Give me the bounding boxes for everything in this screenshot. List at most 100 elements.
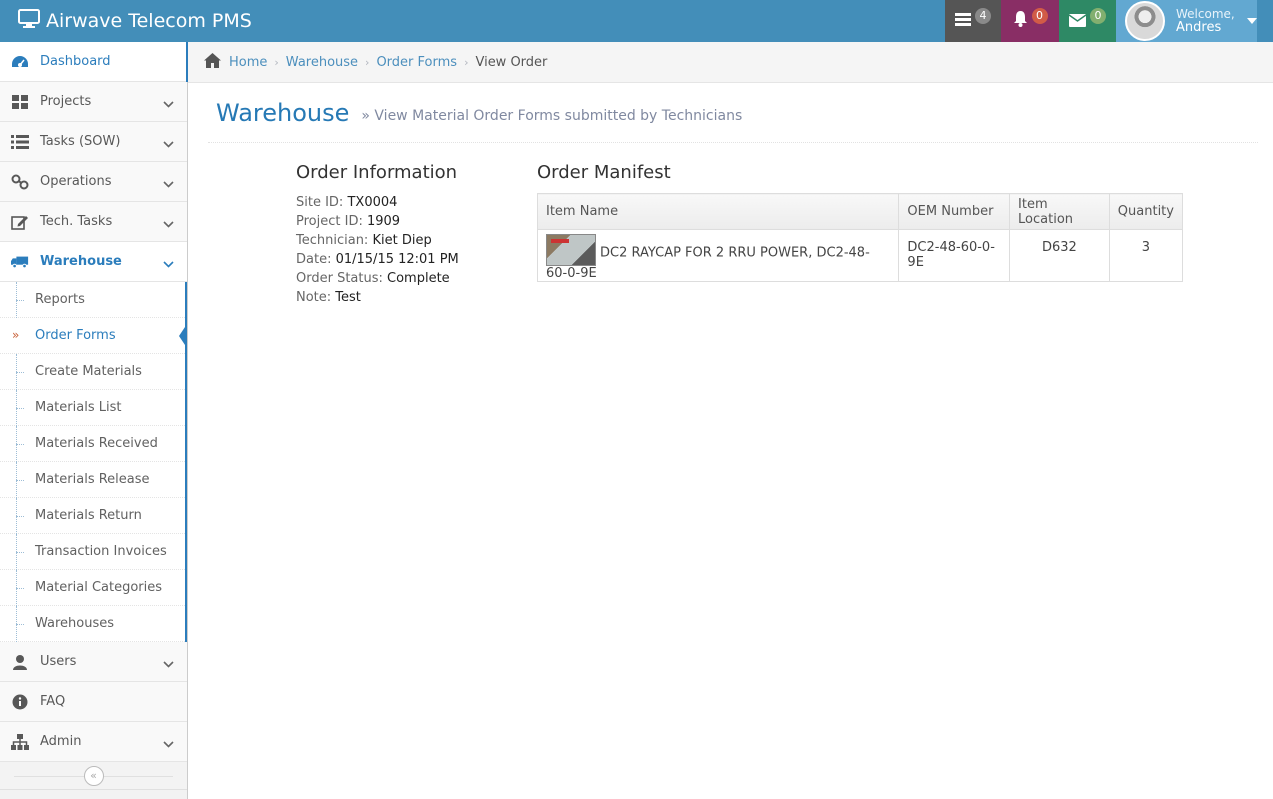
- column-header: OEM Number: [898, 193, 1011, 230]
- project-id-line: Project ID: 1909: [296, 212, 516, 231]
- order-info-title: Order Information: [296, 162, 458, 183]
- chevron-down-icon: [163, 657, 174, 672]
- chevron-right-icon: ›: [274, 55, 279, 69]
- app-title: Airwave Telecom PMS: [46, 10, 252, 32]
- user-menu[interactable]: Welcome, Andres: [1116, 0, 1257, 42]
- submenu-item-create-materials[interactable]: Create Materials: [0, 354, 185, 390]
- submenu-label: Materials Release: [35, 472, 150, 487]
- tasks-dropdown[interactable]: 4: [945, 0, 1001, 42]
- page-header: Warehouse » View Material Order Forms su…: [208, 83, 1258, 143]
- caret-down-icon: [1246, 18, 1257, 24]
- label: Note:: [296, 290, 332, 305]
- chevron-down-icon: [163, 177, 174, 192]
- submenu-label: Materials Received: [35, 436, 158, 451]
- order-date: 01/15/15 12:01 PM: [335, 252, 459, 267]
- sidebar-item-operations[interactable]: Operations: [0, 162, 187, 202]
- sidebar-item-warehouse[interactable]: Warehouse: [0, 242, 187, 282]
- table-header-row: Item Name OEM Number Item Location Quant…: [536, 193, 1184, 230]
- avatar: [1125, 1, 1165, 41]
- sidebar-item-label: Tech. Tasks: [40, 214, 113, 229]
- page-subtitle: » View Material Order Forms submitted by…: [361, 107, 743, 124]
- top-navbar: Airwave Telecom PMS 4 0 0 Welcome, Andre…: [0, 0, 1273, 42]
- chevron-down-icon: [163, 137, 174, 152]
- grid-icon: [11, 93, 29, 111]
- technician-line: Technician: Kiet Diep: [296, 231, 516, 250]
- breadcrumb-home[interactable]: Home: [229, 55, 267, 70]
- submenu-item-material-categories[interactable]: Material Categories: [0, 570, 185, 606]
- note-line: Note: Test: [296, 288, 516, 307]
- submenu-label: Materials List: [35, 400, 122, 415]
- brand[interactable]: Airwave Telecom PMS: [18, 0, 252, 42]
- label: Technician:: [296, 233, 369, 248]
- dashboard-icon: [11, 53, 29, 71]
- sidebar-item-users[interactable]: Users: [0, 642, 187, 682]
- messages-dropdown[interactable]: 0: [1059, 0, 1116, 42]
- submenu-label: Material Categories: [35, 580, 163, 595]
- technician: Kiet Diep: [372, 233, 432, 248]
- breadcrumb: Home › Warehouse › Order Forms › View Or…: [188, 42, 1273, 83]
- submenu-item-order-forms[interactable]: » Order Forms: [0, 318, 187, 354]
- column-header: Quantity: [1108, 193, 1184, 230]
- date-line: Date: 01/15/15 12:01 PM: [296, 250, 516, 269]
- sidebar-item-tech-tasks[interactable]: Tech. Tasks: [0, 202, 187, 242]
- sidebar-item-projects[interactable]: Projects: [0, 82, 187, 122]
- sidebar-collapse-bar: «: [0, 762, 187, 790]
- submenu-item-warehouses[interactable]: Warehouses: [0, 606, 185, 642]
- manifest-table: Item Name OEM Number Item Location Quant…: [536, 193, 1184, 282]
- submenu-item-materials-list[interactable]: Materials List: [0, 390, 185, 426]
- column-header: Item Location: [1009, 193, 1110, 230]
- sidebar-item-label: Tasks (SOW): [40, 134, 121, 149]
- notifications-dropdown[interactable]: 0: [1001, 0, 1059, 42]
- submenu-item-materials-received[interactable]: Materials Received: [0, 426, 185, 462]
- label: Date:: [296, 252, 332, 267]
- sidebar-item-dashboard[interactable]: Dashboard: [0, 42, 188, 82]
- submenu-label: Materials Return: [35, 508, 142, 523]
- submenu-item-transaction-invoices[interactable]: Transaction Invoices: [0, 534, 185, 570]
- chevron-right-icon: ›: [464, 55, 469, 69]
- truck-icon: [11, 253, 29, 271]
- welcome-text: Welcome,: [1176, 7, 1235, 21]
- double-angle-left-icon[interactable]: «: [83, 765, 104, 786]
- home-icon[interactable]: [204, 52, 221, 72]
- bell-icon: [1013, 11, 1028, 31]
- project-id: 1909: [366, 214, 401, 229]
- order-manifest: Order Manifest Item Name OEM Number Item…: [536, 162, 1184, 282]
- chevron-down-icon: [163, 737, 174, 752]
- submenu-item-materials-return[interactable]: Materials Return: [0, 498, 185, 534]
- sidebar-item-label: Dashboard: [40, 54, 111, 69]
- sidebar-item-admin[interactable]: Admin: [0, 722, 187, 762]
- column-header: Item Name: [536, 193, 900, 230]
- submenu-item-reports[interactable]: Reports: [0, 282, 185, 318]
- warehouse-submenu: Reports » Order Forms Create Materials Ma…: [0, 282, 187, 642]
- breadcrumb-order-forms[interactable]: Order Forms: [376, 55, 457, 70]
- envelope-icon: [1068, 12, 1087, 31]
- label: Project ID:: [296, 214, 363, 229]
- label: Order Status:: [296, 271, 383, 286]
- list-icon: [11, 133, 29, 151]
- site-id-line: Site ID: TX0004: [296, 193, 516, 212]
- sidebar-item-tasks[interactable]: Tasks (SOW): [0, 122, 187, 162]
- submenu-label: Reports: [35, 292, 85, 307]
- double-angle-right-icon: »: [12, 328, 20, 342]
- sidebar-item-faq[interactable]: FAQ: [0, 682, 187, 722]
- user-icon: [11, 653, 29, 671]
- site-id: TX0004: [347, 195, 398, 210]
- sidebar-item-label: Admin: [40, 734, 82, 749]
- page-title: Warehouse: [216, 98, 350, 127]
- submenu-label: Transaction Invoices: [35, 544, 167, 559]
- chevron-down-icon: [163, 217, 174, 232]
- manifest-title: Order Manifest: [537, 162, 671, 183]
- username: Andres: [1176, 20, 1222, 35]
- sidebar-item-label: FAQ: [40, 694, 66, 709]
- notifications-badge: 0: [1031, 8, 1048, 24]
- order-status: Complete: [387, 271, 450, 286]
- sidebar-item-label: Operations: [40, 174, 112, 189]
- submenu-item-materials-release[interactable]: Materials Release: [0, 462, 185, 498]
- status-line: Order Status: Complete: [296, 269, 516, 288]
- submenu-label: Create Materials: [35, 364, 142, 379]
- breadcrumb-current: View Order: [475, 54, 548, 70]
- item-thumbnail[interactable]: [546, 234, 596, 266]
- monitor-icon: [18, 8, 46, 34]
- chevron-right-icon: ›: [365, 55, 370, 69]
- breadcrumb-warehouse[interactable]: Warehouse: [286, 55, 358, 70]
